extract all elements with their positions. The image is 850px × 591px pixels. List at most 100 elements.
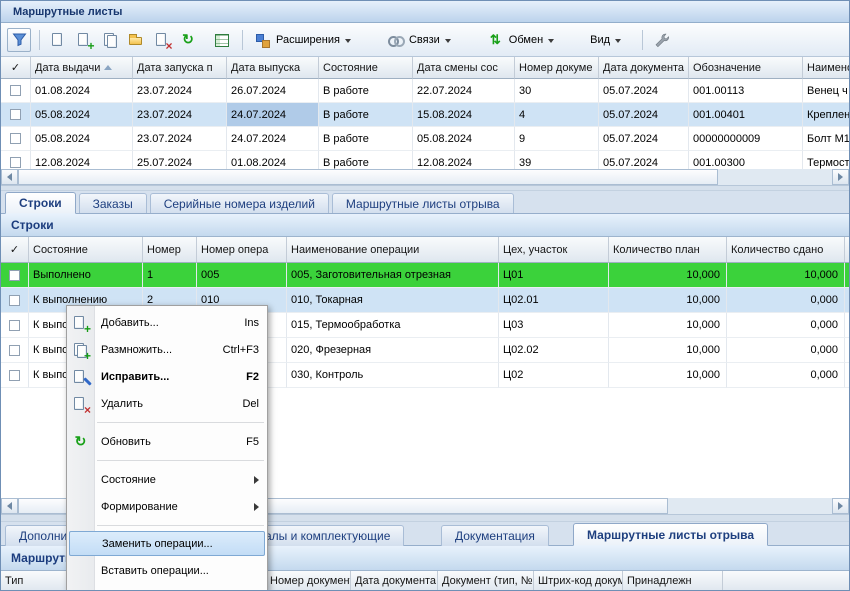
cell[interactable]: 005 [197,263,287,288]
cell[interactable]: 10,000 [609,338,727,363]
column-header-designation[interactable]: Обозначение [689,57,803,79]
cell[interactable]: 05.07.2024 [599,151,689,169]
cell[interactable]: В работе [319,151,413,169]
cell[interactable]: 05.08.2024 [31,127,133,151]
rows-section-header[interactable]: Строки [1,214,849,237]
cell[interactable]: Ц02 [499,363,609,388]
cell[interactable]: 10,000 [609,263,727,288]
cell[interactable]: 23.07.2024 [133,79,227,103]
column-header-check[interactable]: ✓ [1,57,31,79]
cell[interactable]: 010, Токарная [287,288,499,313]
cell[interactable]: 001.00401 [689,103,803,127]
cell-check[interactable] [1,151,31,169]
column-header-doc-num[interactable]: Номер докуме [515,57,599,79]
row-checkbox[interactable] [9,320,20,331]
horizontal-scrollbar[interactable] [1,169,849,186]
column-header-doc-ref[interactable]: Документ (тип, №, дата) [438,571,534,591]
menu-item-replace-operations[interactable]: Заменить операции... [69,531,265,556]
cell-check[interactable] [1,127,31,151]
cell[interactable]: 15.08.2024 [413,103,515,127]
cell[interactable]: В работе [319,127,413,151]
scroll-left-button[interactable] [1,498,18,514]
cell[interactable]: В работе [319,79,413,103]
tab-documentation[interactable]: Документация [441,525,549,546]
cell[interactable]: 26.07.2024 [227,79,319,103]
cell-check[interactable] [1,288,29,313]
column-header-op-name[interactable]: Наименование операции [287,237,499,263]
column-header-doc-num[interactable]: Номер документа [266,571,351,591]
column-header-doc-date[interactable]: Дата документа [351,571,438,591]
cell[interactable]: 1 [143,263,197,288]
cell[interactable]: 05.08.2024 [413,127,515,151]
cell[interactable]: Венец ч [803,79,849,103]
cell[interactable]: 4 [515,103,599,127]
cell[interactable]: 10,000 [727,263,845,288]
cell[interactable]: 0,000 [727,338,845,363]
cell[interactable]: 05.07.2024 [599,79,689,103]
menu-item-forming[interactable]: Формирование [67,493,267,520]
cell-check[interactable] [1,263,29,288]
refresh-button[interactable]: ↻ [176,28,200,52]
filter-button[interactable] [7,28,31,52]
row-checkbox[interactable] [10,157,21,168]
cell[interactable]: 0,000 [727,313,845,338]
cell[interactable]: 25.07.2024 [133,151,227,169]
menu-item-insert-operations[interactable]: Вставить операции... [67,557,267,584]
tab-serial-numbers[interactable]: Серийные номера изделий [150,193,329,213]
cell[interactable]: Ц01 [499,263,609,288]
cell[interactable]: 030, Контроль [287,363,499,388]
cell[interactable]: 00000000009 [689,127,803,151]
column-header-op-num[interactable]: Номер опера [197,237,287,263]
add-button[interactable] [72,28,96,52]
delete-button[interactable] [150,28,174,52]
row-checkbox[interactable] [9,345,20,356]
menu-item-edit[interactable]: Исправить... F2 [67,363,267,390]
cell[interactable]: 39 [515,151,599,169]
new-doc-button[interactable] [46,28,70,52]
column-header-date-issued[interactable]: Дата выдачи [31,57,133,79]
view-menu-button[interactable]: Вид [585,28,626,52]
cell[interactable]: 24.07.2024 [227,127,319,151]
row-checkbox[interactable] [9,295,20,306]
cell[interactable]: Выполнено [29,263,143,288]
tab-orders[interactable]: Заказы [79,193,147,213]
cell[interactable]: 22.07.2024 [413,79,515,103]
cell[interactable]: 23.07.2024 [133,103,227,127]
menu-item-delete[interactable]: Удалить Del [67,390,267,417]
cell[interactable]: 001.00113 [689,79,803,103]
cell[interactable]: 10,000 [609,313,727,338]
duplicate-button[interactable] [98,28,122,52]
cell-current[interactable]: 24.07.2024 [227,103,319,127]
cell[interactable]: Креплен [803,103,849,127]
cell[interactable]: Болт М1 [803,127,849,151]
cell[interactable]: 020, Фрезерная [287,338,499,363]
scroll-thumb[interactable] [18,169,718,185]
cell[interactable]: 30 [515,79,599,103]
column-header-dept[interactable]: Цех, участок [499,237,609,263]
cell[interactable]: 10,000 [609,363,727,388]
cell[interactable]: 05.07.2024 [599,103,689,127]
cell-check[interactable] [1,79,31,103]
column-header-date-start[interactable]: Дата запуска п [133,57,227,79]
exchange-menu-button[interactable]: ⇅ Обмен [482,28,559,52]
column-header-date-release[interactable]: Дата выпуска [227,57,319,79]
cell[interactable]: 001.00300 [689,151,803,169]
cell[interactable]: Ц03 [499,313,609,338]
cell[interactable]: 9 [515,127,599,151]
cell[interactable]: 05.07.2024 [599,127,689,151]
column-header-doc-date[interactable]: Дата документа [599,57,689,79]
column-header-state[interactable]: Состояние [29,237,143,263]
table-row[interactable]: 12.08.2024 25.07.2024 01.08.2024 В работ… [1,151,849,169]
cell-check[interactable] [1,363,29,388]
cell[interactable]: 12.08.2024 [413,151,515,169]
column-header-state[interactable]: Состояние [319,57,413,79]
row-checkbox[interactable] [10,109,21,120]
menu-item-add[interactable]: Добавить... Ins [67,309,267,336]
menu-item-refresh[interactable]: ↻ Обновить F5 [67,428,267,455]
column-header-check[interactable]: ✓ [1,237,29,263]
cell[interactable]: Ц02.02 [499,338,609,363]
cell[interactable]: 12.08.2024 [31,151,133,169]
row-checkbox[interactable] [9,270,20,281]
cell[interactable]: Термоста [803,151,849,169]
tab-rows[interactable]: Строки [5,192,76,214]
